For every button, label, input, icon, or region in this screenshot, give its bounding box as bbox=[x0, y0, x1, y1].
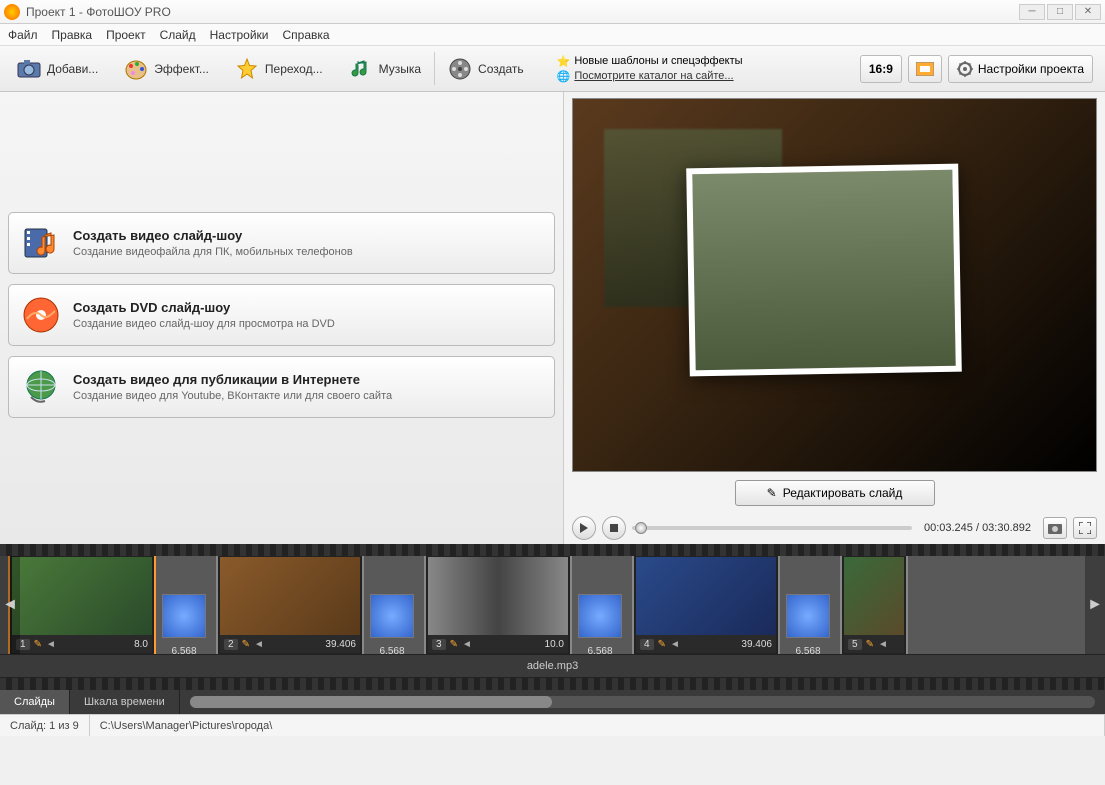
tab-music-label: Музыка bbox=[379, 62, 421, 76]
aspect-ratio-button[interactable]: 16:9 bbox=[860, 55, 902, 83]
menu-edit[interactable]: Правка bbox=[52, 28, 93, 42]
close-button[interactable]: ✕ bbox=[1075, 4, 1101, 20]
playback-controls: 00:03.245 / 03:30.892 bbox=[572, 516, 1097, 540]
main-area: Создать видео слайд-шоу Создание видеофа… bbox=[0, 92, 1105, 544]
color-mode-button[interactable] bbox=[908, 55, 942, 83]
film-reel-icon bbox=[448, 57, 472, 81]
create-web-video-button[interactable]: Создать видео для публикации в Интернете… bbox=[8, 356, 555, 418]
tab-add-label: Добави... bbox=[47, 62, 98, 76]
menu-project[interactable]: Проект bbox=[106, 28, 146, 42]
pencil-icon[interactable]: ✎ bbox=[450, 639, 458, 650]
slide-item-4[interactable]: 4✎◄39.406 6.568 bbox=[632, 556, 830, 654]
play-button[interactable] bbox=[572, 516, 596, 540]
action-sub: Создание видеофайла для ПК, мобильных те… bbox=[73, 246, 353, 258]
pencil-icon: ✎ bbox=[767, 486, 777, 500]
stop-button[interactable] bbox=[602, 516, 626, 540]
app-icon bbox=[4, 4, 20, 20]
globe-icon: 🌐 bbox=[557, 70, 571, 83]
tab-create[interactable]: Создать bbox=[435, 46, 537, 91]
playback-time: 00:03.245 / 03:30.892 bbox=[924, 522, 1031, 534]
toolbar: Добави... Эффект... Переход... Музыка Со… bbox=[0, 46, 1105, 92]
window-title: Проект 1 - ФотоШОУ PRO bbox=[26, 5, 171, 19]
fullscreen-button[interactable] bbox=[1073, 517, 1097, 539]
timeline-prev-button[interactable]: ◄ bbox=[0, 556, 20, 654]
maximize-button[interactable]: □ bbox=[1047, 4, 1073, 20]
promo-link[interactable]: Посмотрите каталог на сайте... bbox=[574, 70, 733, 82]
transition-3[interactable]: 6.568 bbox=[578, 594, 622, 654]
project-settings-label: Настройки проекта bbox=[978, 62, 1084, 76]
playback-slider[interactable] bbox=[632, 526, 912, 530]
snapshot-button[interactable] bbox=[1043, 517, 1067, 539]
pencil-icon[interactable]: ✎ bbox=[866, 639, 874, 650]
film-music-icon bbox=[21, 223, 61, 263]
promo-links: ⭐Новые шаблоны и спецэффекты 🌐Посмотрите… bbox=[557, 55, 743, 83]
dvd-icon bbox=[21, 295, 61, 335]
minimize-button[interactable]: ─ bbox=[1019, 4, 1045, 20]
project-settings-button[interactable]: Настройки проекта bbox=[948, 55, 1093, 83]
left-panel: Создать видео слайд-шоу Создание видеофа… bbox=[0, 92, 564, 544]
action-sub: Создание видео слайд-шоу для просмотра н… bbox=[73, 318, 335, 330]
transition-4[interactable]: 6.568 bbox=[786, 594, 830, 654]
globe-web-icon bbox=[21, 367, 61, 407]
tab-effects-label: Эффект... bbox=[154, 62, 209, 76]
tab-transitions-label: Переход... bbox=[265, 62, 323, 76]
timeline-scrollbar[interactable] bbox=[190, 696, 1095, 708]
menu-slide[interactable]: Слайд bbox=[160, 28, 196, 42]
create-dvd-slideshow-button[interactable]: Создать DVD слайд-шоу Создание видео сла… bbox=[8, 284, 555, 346]
edit-slide-button[interactable]: ✎ Редактировать слайд bbox=[735, 480, 935, 506]
music-icon bbox=[349, 57, 373, 81]
action-title: Создать видео слайд-шоу bbox=[73, 228, 353, 243]
chevron-left-icon[interactable]: ◄ bbox=[462, 639, 472, 650]
tab-slides-view[interactable]: Слайды bbox=[0, 690, 70, 714]
chevron-left-icon[interactable]: ◄ bbox=[46, 639, 56, 650]
action-sub: Создание видео для Youtube, ВКонтакте ил… bbox=[73, 390, 392, 402]
preview-panel: ✎ Редактировать слайд 00:03.245 / 03:30.… bbox=[564, 92, 1105, 544]
star-icon bbox=[235, 57, 259, 81]
timeline[interactable]: ◄ 1✎◄8.0 6.568 2✎◄39.406 6.568 3✎◄10.0 6… bbox=[0, 556, 1105, 654]
status-path: C:\Users\Manager\Pictures\города\ bbox=[90, 715, 1105, 736]
pencil-icon[interactable]: ✎ bbox=[34, 639, 42, 650]
menu-bar: Файл Правка Проект Слайд Настройки Справ… bbox=[0, 24, 1105, 46]
menu-help[interactable]: Справка bbox=[282, 28, 329, 42]
tab-timeline-view[interactable]: Шкала времени bbox=[70, 690, 180, 714]
star-small-icon: ⭐ bbox=[557, 55, 571, 68]
slide-item-2[interactable]: 2✎◄39.406 6.568 bbox=[216, 556, 414, 654]
pencil-icon[interactable]: ✎ bbox=[242, 639, 250, 650]
edit-slide-label: Редактировать слайд bbox=[783, 486, 903, 500]
transition-1[interactable]: 6.568 bbox=[162, 594, 206, 654]
pencil-icon[interactable]: ✎ bbox=[658, 639, 666, 650]
status-bar: Слайд: 1 из 9 C:\Users\Manager\Pictures\… bbox=[0, 714, 1105, 736]
status-slide-count: Слайд: 1 из 9 bbox=[0, 715, 90, 736]
timeline-area: ◄ 1✎◄8.0 6.568 2✎◄39.406 6.568 3✎◄10.0 6… bbox=[0, 544, 1105, 714]
tab-effects[interactable]: Эффект... bbox=[111, 46, 222, 91]
menu-file[interactable]: Файл bbox=[8, 28, 38, 42]
preview-viewport bbox=[572, 98, 1097, 472]
slide-item-1[interactable]: 1✎◄8.0 6.568 bbox=[8, 556, 206, 654]
tab-transitions[interactable]: Переход... bbox=[222, 46, 336, 91]
promo-line1: Новые шаблоны и спецэффекты bbox=[574, 55, 742, 67]
create-video-slideshow-button[interactable]: Создать видео слайд-шоу Создание видеофа… bbox=[8, 212, 555, 274]
slide-item-3[interactable]: 3✎◄10.0 6.568 bbox=[424, 556, 622, 654]
action-title: Создать DVD слайд-шоу bbox=[73, 300, 335, 315]
tab-add[interactable]: Добави... bbox=[4, 46, 111, 91]
palette-icon bbox=[124, 57, 148, 81]
action-title: Создать видео для публикации в Интернете bbox=[73, 372, 392, 387]
chevron-left-icon[interactable]: ◄ bbox=[878, 639, 888, 650]
title-bar: Проект 1 - ФотоШОУ PRO ─ □ ✕ bbox=[0, 0, 1105, 24]
chevron-left-icon[interactable]: ◄ bbox=[670, 639, 680, 650]
slide-item-5[interactable]: 5✎◄ bbox=[840, 556, 908, 654]
timeline-next-button[interactable]: ► bbox=[1085, 556, 1105, 654]
transition-2[interactable]: 6.568 bbox=[370, 594, 414, 654]
gear-icon bbox=[957, 61, 973, 77]
timeline-tabs: Слайды Шкала времени bbox=[0, 690, 1105, 714]
camera-icon bbox=[17, 57, 41, 81]
tab-create-label: Создать bbox=[478, 62, 524, 76]
audio-track[interactable]: adele.mp3 bbox=[0, 654, 1105, 678]
chevron-left-icon[interactable]: ◄ bbox=[254, 639, 264, 650]
menu-settings[interactable]: Настройки bbox=[210, 28, 269, 42]
tab-music[interactable]: Музыка bbox=[336, 46, 434, 91]
